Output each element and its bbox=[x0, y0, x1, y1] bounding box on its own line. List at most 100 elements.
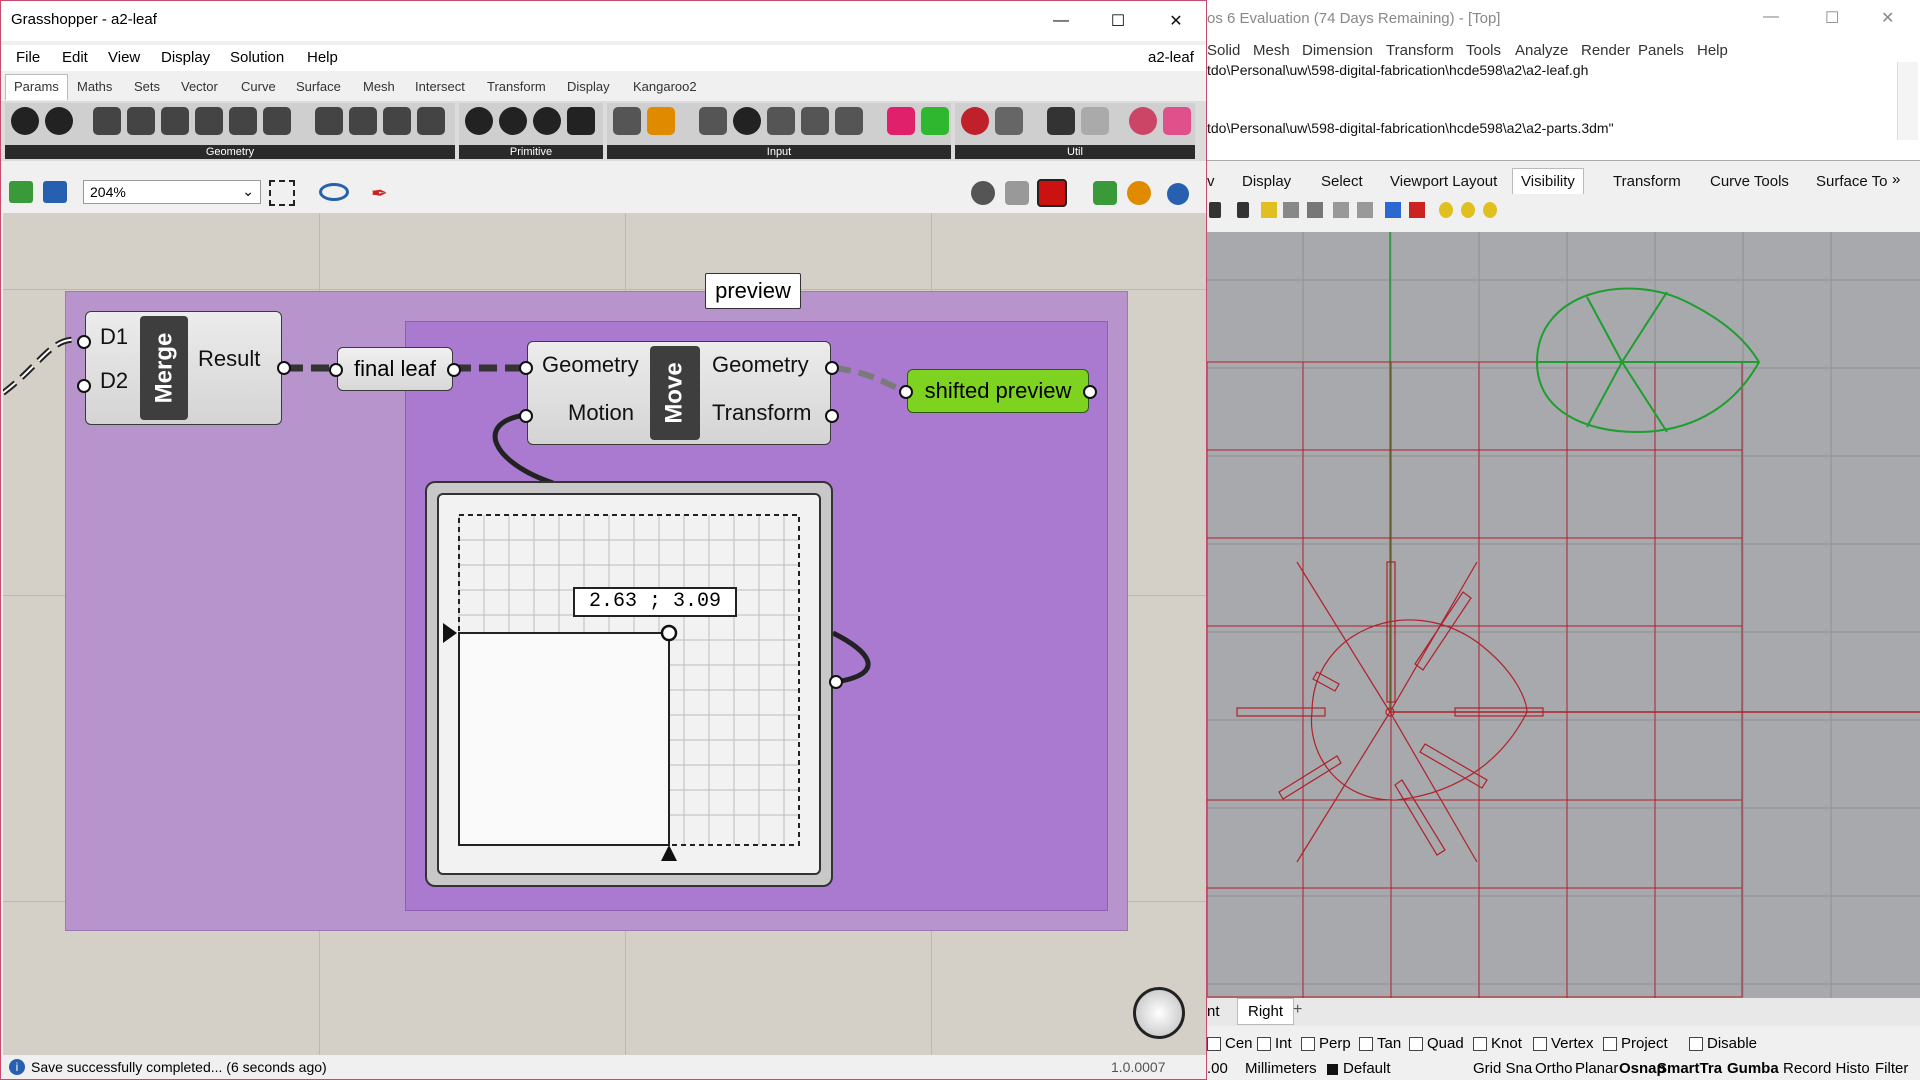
ribbon-label-geometry[interactable]: Geometry bbox=[5, 145, 455, 159]
tab-display[interactable]: Display bbox=[567, 79, 610, 94]
param-icon[interactable] bbox=[263, 107, 291, 135]
rhino-menu-render[interactable]: Render bbox=[1581, 42, 1630, 59]
menu-file[interactable]: File bbox=[16, 49, 40, 66]
osnap-quad[interactable]: Quad bbox=[1409, 1035, 1464, 1052]
osnap-perp[interactable]: Perp bbox=[1301, 1035, 1351, 1052]
param-icon[interactable] bbox=[11, 107, 39, 135]
ribbon-label-util[interactable]: Util bbox=[955, 145, 1195, 159]
port-move-motion[interactable] bbox=[519, 409, 533, 423]
rhino-tab-visibility[interactable]: Visibility bbox=[1512, 168, 1584, 194]
tab-intersect[interactable]: Intersect bbox=[415, 79, 465, 94]
param-icon[interactable] bbox=[383, 107, 411, 135]
menu-edit[interactable]: Edit bbox=[62, 49, 88, 66]
shifted-preview-param[interactable]: shifted preview bbox=[907, 369, 1089, 413]
arrow-outline-icon[interactable] bbox=[1081, 107, 1109, 135]
osnap-project[interactable]: Project bbox=[1603, 1035, 1668, 1052]
md-slider[interactable]: 2.63 ; 3.09 bbox=[425, 481, 833, 887]
tab-maths[interactable]: Maths bbox=[77, 79, 112, 94]
input-icon[interactable] bbox=[887, 107, 915, 135]
rhino-tab-curve-tools[interactable]: Curve Tools bbox=[1710, 173, 1789, 190]
osnap-tan[interactable]: Tan bbox=[1359, 1035, 1401, 1052]
param-icon[interactable] bbox=[45, 107, 73, 135]
isolate-icon[interactable] bbox=[1385, 202, 1401, 218]
viewport-tab-front[interactable]: nt bbox=[1207, 1003, 1220, 1020]
selected-only-icon[interactable] bbox=[1093, 181, 1117, 205]
rhino-tab-surface-tools[interactable]: Surface To bbox=[1816, 173, 1887, 190]
preview-off-icon[interactable] bbox=[971, 181, 995, 205]
command-prompt-input[interactable] bbox=[1207, 140, 1920, 161]
osnap-vertex[interactable]: Vertex bbox=[1533, 1035, 1594, 1052]
ribbon-label-primitive[interactable]: Primitive bbox=[459, 145, 603, 159]
hide-icon[interactable] bbox=[1261, 202, 1277, 218]
tab-mesh[interactable]: Mesh bbox=[363, 79, 395, 94]
sketch-icon[interactable]: ✒ bbox=[371, 181, 397, 205]
tab-params[interactable]: Params bbox=[5, 74, 68, 100]
final-leaf-param[interactable]: final leaf bbox=[337, 347, 453, 391]
port-final-out[interactable] bbox=[447, 363, 461, 377]
port-preview-in[interactable] bbox=[899, 385, 913, 399]
port-d1[interactable] bbox=[77, 335, 91, 349]
osnap-knot[interactable]: Knot bbox=[1473, 1035, 1522, 1052]
viewport-tab-right[interactable]: Right bbox=[1237, 998, 1295, 1025]
param-icon[interactable] bbox=[315, 107, 343, 135]
flask-icon[interactable] bbox=[1163, 107, 1191, 135]
preview-color-icon[interactable] bbox=[1127, 181, 1151, 205]
rhino-tab-v[interactable]: v bbox=[1207, 173, 1215, 190]
param-icon[interactable] bbox=[533, 107, 561, 135]
minimize-button[interactable]: — bbox=[1032, 1, 1090, 41]
shaded-preview-icon[interactable] bbox=[1037, 179, 1067, 207]
gh-canvas[interactable]: preview D1 D2 Merge Result final leaf Ge… bbox=[3, 213, 1206, 1055]
light-icon[interactable] bbox=[1483, 202, 1497, 218]
tree-icon[interactable] bbox=[995, 107, 1023, 135]
wireframe-preview-icon[interactable] bbox=[1005, 181, 1029, 205]
show-icon[interactable] bbox=[1283, 202, 1299, 218]
eye-icon[interactable] bbox=[319, 183, 349, 201]
param-icon[interactable] bbox=[499, 107, 527, 135]
light-icon[interactable] bbox=[1461, 202, 1475, 218]
param-icon[interactable] bbox=[417, 107, 445, 135]
status-units[interactable]: Millimeters bbox=[1245, 1060, 1317, 1077]
param-icon[interactable] bbox=[465, 107, 493, 135]
swap-icon[interactable] bbox=[1307, 202, 1323, 218]
rhino-tab-select[interactable]: Select bbox=[1321, 173, 1363, 190]
rhino-tab-viewport-layout[interactable]: Viewport Layout bbox=[1390, 173, 1497, 190]
param-icon[interactable] bbox=[93, 107, 121, 135]
param-icon[interactable] bbox=[229, 107, 257, 135]
zoom-select[interactable]: 204% ⌄ bbox=[83, 180, 261, 204]
tab-vector[interactable]: Vector bbox=[181, 79, 218, 94]
port-move-out-transform[interactable] bbox=[825, 409, 839, 423]
param-icon[interactable] bbox=[195, 107, 223, 135]
points-icon[interactable] bbox=[1357, 202, 1373, 218]
param-icon[interactable] bbox=[349, 107, 377, 135]
input-icon[interactable] bbox=[835, 107, 863, 135]
port-d2[interactable] bbox=[77, 379, 91, 393]
input-icon[interactable] bbox=[767, 107, 795, 135]
cherry-icon[interactable] bbox=[961, 107, 989, 135]
status-gridsnap[interactable]: Grid Sna bbox=[1473, 1060, 1532, 1077]
rhino-menu-dimension[interactable]: Dimension bbox=[1302, 42, 1373, 59]
input-icon[interactable] bbox=[613, 107, 641, 135]
add-viewport-icon[interactable]: + bbox=[1293, 1001, 1302, 1019]
move-component[interactable]: Geometry Motion Move Geometry Transform bbox=[527, 341, 831, 445]
rhino-tab-transform[interactable]: Transform bbox=[1613, 173, 1681, 190]
ribbon-label-input[interactable]: Input bbox=[607, 145, 951, 159]
status-planar[interactable]: Planar bbox=[1575, 1060, 1618, 1077]
menu-display[interactable]: Display bbox=[161, 49, 210, 66]
rhino-menu-analyze[interactable]: Analyze bbox=[1515, 42, 1568, 59]
input-icon[interactable] bbox=[647, 107, 675, 135]
pills-icon[interactable] bbox=[1129, 107, 1157, 135]
port-move-geometry[interactable] bbox=[519, 361, 533, 375]
save-icon[interactable] bbox=[43, 181, 67, 203]
merge-component[interactable]: D1 D2 Merge Result bbox=[85, 311, 282, 425]
rhino-menu-transform[interactable]: Transform bbox=[1386, 42, 1454, 59]
points-icon[interactable] bbox=[1333, 202, 1349, 218]
input-icon[interactable] bbox=[801, 107, 829, 135]
arrow-icon[interactable] bbox=[1047, 107, 1075, 135]
port-slider-out[interactable] bbox=[829, 675, 843, 689]
tab-surface[interactable]: Surface bbox=[296, 79, 341, 94]
lock-icon[interactable] bbox=[1209, 202, 1221, 218]
rhino-minimize-button[interactable]: — bbox=[1763, 8, 1779, 26]
input-icon[interactable] bbox=[921, 107, 949, 135]
osnap-disable[interactable]: Disable bbox=[1689, 1035, 1757, 1052]
port-move-out-geometry[interactable] bbox=[825, 361, 839, 375]
